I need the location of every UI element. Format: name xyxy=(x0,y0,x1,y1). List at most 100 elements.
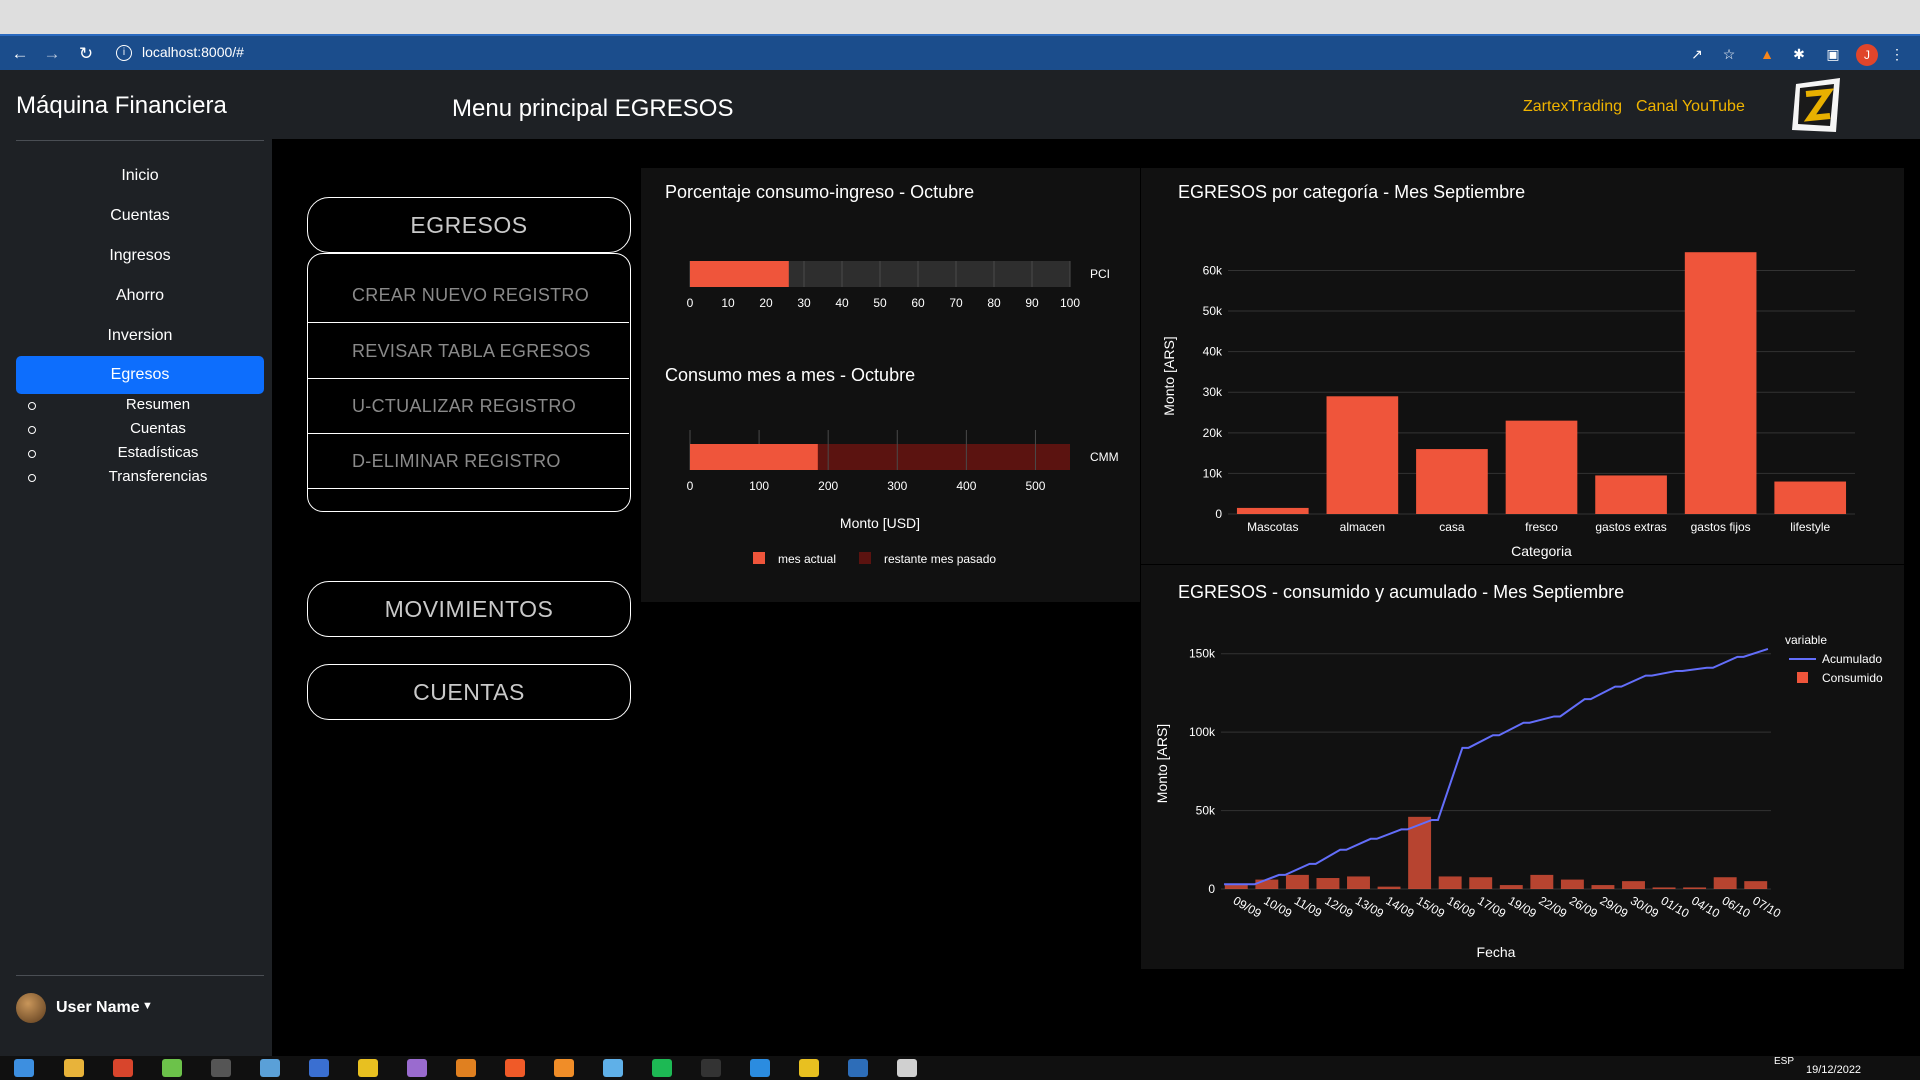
app-header xyxy=(0,70,1920,139)
category-y-tick-label: 40k xyxy=(1203,345,1223,359)
category-bar xyxy=(1595,475,1667,514)
share-icon[interactable]: ↗ xyxy=(1688,45,1706,63)
cumulative-x-tick-label: 19/09 xyxy=(1506,893,1539,920)
legend-swatch-consumido xyxy=(1797,672,1808,683)
sidebar-item-inicio[interactable]: Inicio xyxy=(16,157,264,195)
terminal-icon[interactable] xyxy=(211,1059,231,1077)
sidebar-item-ingresos[interactable]: Ingresos xyxy=(16,237,264,275)
sidebar-item-ahorro[interactable]: Ahorro xyxy=(16,277,264,315)
site-info-icon[interactable]: i xyxy=(116,45,132,61)
calculator-icon[interactable] xyxy=(309,1059,329,1077)
category-y-tick-label: 20k xyxy=(1203,426,1223,440)
category-y-tick-label: 60k xyxy=(1203,263,1223,277)
category-x-tick-label: lifestyle xyxy=(1790,520,1830,534)
brand-title[interactable]: Máquina Financiera xyxy=(16,92,227,120)
subnav-item-resumen[interactable]: Resumen xyxy=(28,396,268,418)
sidebar-item-inversion[interactable]: Inversion xyxy=(16,317,264,355)
category-x-tick-label: almacen xyxy=(1340,520,1385,534)
category-x-tick-label: fresco xyxy=(1525,520,1558,534)
category-x-tick-label: gastos fijos xyxy=(1691,520,1751,534)
subnav-label: Resumen xyxy=(125,396,191,413)
consumido-bar xyxy=(1438,876,1462,889)
pci-tick-label: 80 xyxy=(987,296,1001,310)
metamask-extension-icon[interactable]: ▲ xyxy=(1758,45,1776,63)
bookmark-star-icon[interactable]: ☆ xyxy=(1720,45,1738,63)
zartex-logo[interactable] xyxy=(1790,76,1846,134)
vscode-icon[interactable] xyxy=(750,1059,770,1077)
cuentas-button[interactable]: CUENTAS xyxy=(307,664,631,720)
pci-tick-label: 40 xyxy=(835,296,849,310)
cumulative-chart: 0 50k 100k 150k 09/0910/0911/0912/0913/0914/… xyxy=(1154,633,1883,960)
app-icon[interactable] xyxy=(407,1059,427,1077)
review-table-button[interactable]: REVISAR TABLA EGRESOS xyxy=(308,324,629,379)
acumulado-line xyxy=(1224,648,1769,886)
cumulative-x-tick-label: 14/09 xyxy=(1384,893,1417,920)
sidebar-item-egresos[interactable]: Egresos xyxy=(16,356,264,394)
reload-icon[interactable]: ↻ xyxy=(76,44,96,64)
app-icon[interactable] xyxy=(260,1059,280,1077)
cumulative-x-tick-label: 01/10 xyxy=(1659,893,1692,920)
subnav-item-transferencias[interactable]: Transferencias xyxy=(28,468,268,490)
pci-tick-label: 100 xyxy=(1060,296,1080,310)
user-menu[interactable]: User Name xyxy=(56,999,140,1017)
postman-icon[interactable] xyxy=(505,1059,525,1077)
consumido-bar xyxy=(1530,874,1554,889)
cumulative-x-tick-label: 16/09 xyxy=(1445,893,1478,920)
cumulative-x-tick-label: 17/09 xyxy=(1475,893,1508,920)
cmm-tick-label: 0 xyxy=(687,479,694,493)
update-record-button[interactable]: U-CTUALIZAR REGISTRO xyxy=(308,379,629,434)
profile-avatar[interactable]: J xyxy=(1856,44,1878,66)
caret-down-icon[interactable]: ▼ xyxy=(142,1000,153,1012)
bullet-icon xyxy=(28,402,36,410)
subnav-item-cuentas[interactable]: Cuentas xyxy=(28,420,268,442)
app-icon[interactable] xyxy=(897,1059,917,1077)
back-icon[interactable]: ← xyxy=(10,44,30,64)
delete-record-button[interactable]: D-ELIMINAR REGISTRO xyxy=(308,434,629,489)
cumulative-x-tick-label: 29/09 xyxy=(1597,893,1630,920)
consumido-bar xyxy=(1591,885,1615,889)
windows-start-icon[interactable] xyxy=(14,1059,34,1077)
category-y-tick-label: 30k xyxy=(1203,385,1223,399)
browser-menu-icon[interactable]: ⋮ xyxy=(1888,45,1906,63)
chrome-icon[interactable] xyxy=(799,1059,819,1077)
legend-label-consumido: Consumido xyxy=(1822,671,1883,685)
filezilla-icon[interactable] xyxy=(113,1059,133,1077)
chrome-icon[interactable] xyxy=(358,1059,378,1077)
system-clock[interactable]: 19/12/2022 xyxy=(1806,1064,1861,1076)
pci-tick-label: 60 xyxy=(911,296,925,310)
spotify-icon[interactable] xyxy=(652,1059,672,1077)
movimientos-button[interactable]: MOVIMIENTOS xyxy=(307,581,631,637)
consumido-bar xyxy=(1560,879,1584,889)
cumulative-x-tick-label: 11/09 xyxy=(1292,893,1325,920)
consumido-bar xyxy=(1713,877,1737,889)
url-bar[interactable]: localhost:8000/# xyxy=(142,44,244,60)
terminal-icon[interactable] xyxy=(701,1059,721,1077)
cmm-tick-label: 100 xyxy=(749,479,769,493)
user-avatar[interactable] xyxy=(16,993,46,1023)
forward-icon[interactable]: → xyxy=(42,44,62,64)
side-panel-icon[interactable]: ▣ xyxy=(1824,45,1842,63)
sidebar-divider xyxy=(16,975,264,976)
cumulative-x-tick-label: 10/09 xyxy=(1261,893,1294,920)
sidebar-item-cuentas[interactable]: Cuentas xyxy=(16,197,264,235)
egresos-button[interactable]: EGRESOS xyxy=(307,197,631,253)
file-explorer-icon[interactable] xyxy=(64,1059,84,1077)
legend-label-restante: restante mes pasado xyxy=(884,552,996,566)
extensions-icon[interactable]: ✱ xyxy=(1790,45,1808,63)
create-record-button[interactable]: CREAR NUEVO REGISTRO xyxy=(308,268,629,323)
sublime-icon[interactable] xyxy=(456,1059,476,1077)
git-icon[interactable] xyxy=(162,1059,182,1077)
xampp-icon[interactable] xyxy=(554,1059,574,1077)
youtube-channel-link[interactable]: Canal YouTube xyxy=(1636,98,1745,116)
cmm-tick-label: 500 xyxy=(1025,479,1045,493)
pci-tick-label: 10 xyxy=(721,296,735,310)
cmm-chart: 0 100 200 300 400 500 CMM Monto [USD] mes actual… xyxy=(687,430,1119,566)
zartextrading-link[interactable]: ZartexTrading xyxy=(1523,98,1622,116)
consumido-bar xyxy=(1255,879,1279,889)
keyboard-language[interactable]: ESP xyxy=(1774,1056,1794,1067)
legend-swatch-restante xyxy=(859,552,871,564)
subnav-item-estadisticas[interactable]: Estadísticas xyxy=(28,444,268,466)
category-bar xyxy=(1416,449,1488,514)
app-icon[interactable] xyxy=(848,1059,868,1077)
app-icon[interactable] xyxy=(603,1059,623,1077)
